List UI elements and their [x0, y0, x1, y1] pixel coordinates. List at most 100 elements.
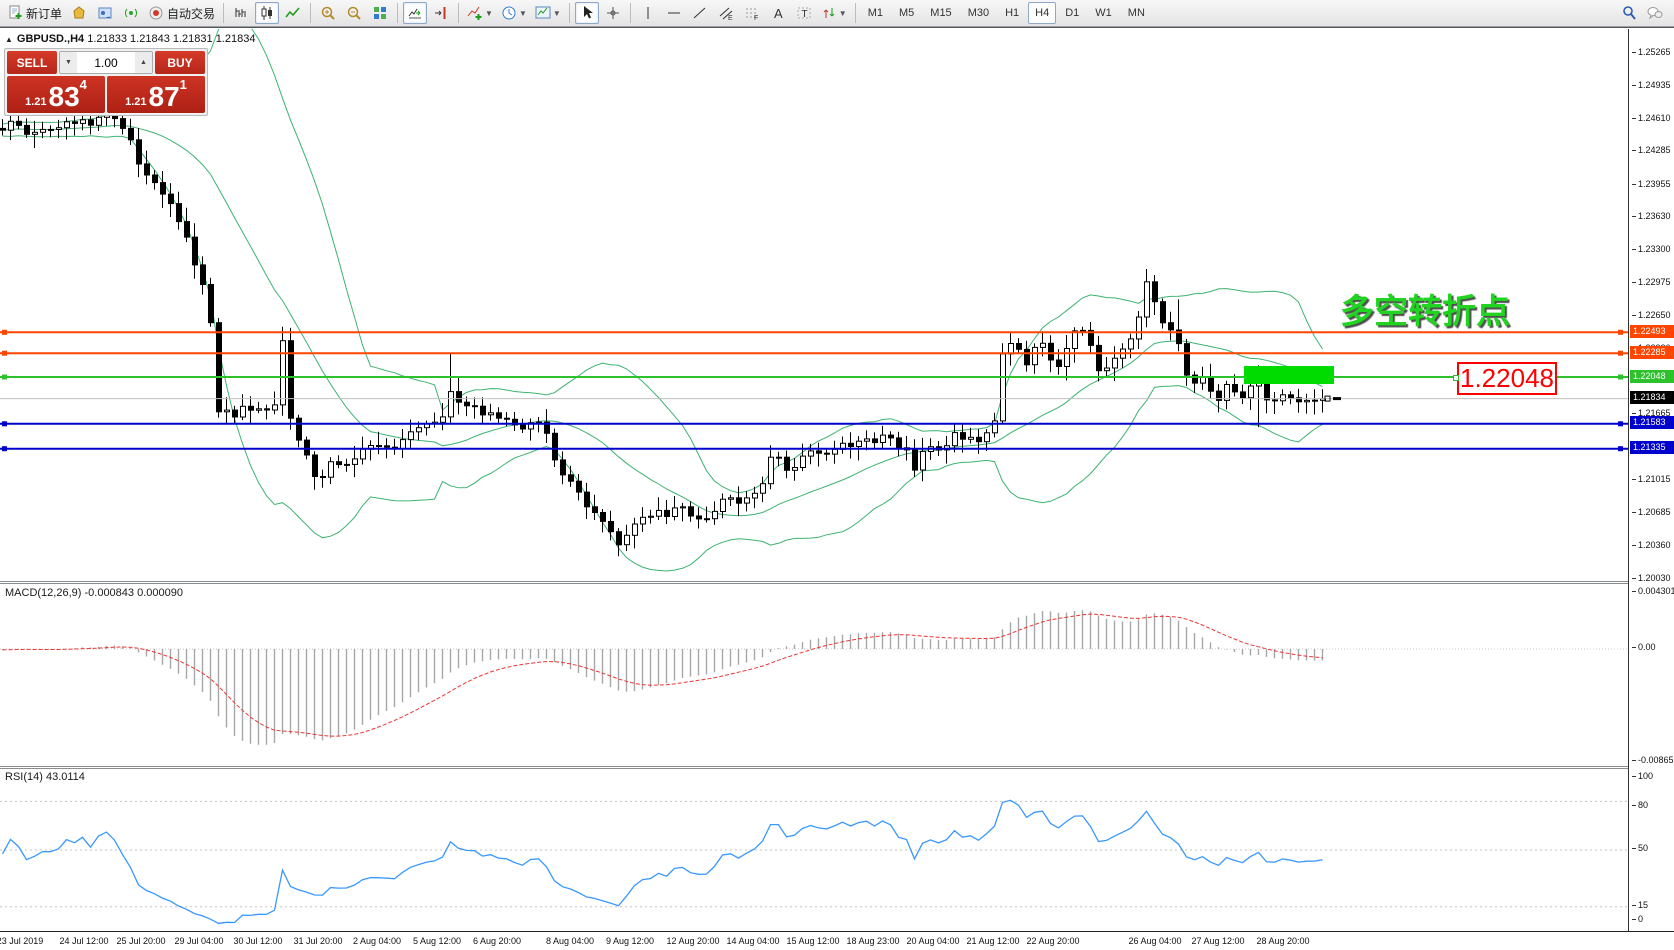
market-button[interactable] — [67, 2, 91, 24]
candlestick-chart-button[interactable] — [255, 2, 279, 24]
time-label: 14 Aug 04:00 — [726, 936, 779, 946]
timeframe-m30-button[interactable]: M30 — [961, 2, 996, 24]
time-label: 15 Aug 12:00 — [786, 936, 839, 946]
one-click-collapse-icon[interactable]: ▲ — [5, 35, 13, 44]
time-label: 2 Aug 04:00 — [353, 936, 401, 946]
channel-button[interactable]: E — [714, 2, 738, 24]
timeframe-h4-button[interactable]: H4 — [1028, 2, 1056, 24]
turning-point-annotation[interactable]: 多空转折点 — [1340, 284, 1510, 333]
time-axis[interactable]: 23 Jul 201924 Jul 12:0025 Jul 20:0029 Ju… — [0, 931, 1674, 950]
rsi-tick: 80 — [1632, 800, 1648, 810]
volume-down-button[interactable]: ▼ — [60, 52, 77, 73]
sell-price-pips: 83 — [49, 83, 80, 111]
time-label: 12 Aug 20:00 — [666, 936, 719, 946]
labelT-icon: T — [796, 5, 812, 21]
mt4-application: 新订单自动交易▼▼▼EFAT▼M1M5M15M30H1H4D1W1MN ▲GBP… — [0, 0, 1674, 950]
time-label: 27 Aug 12:00 — [1191, 936, 1244, 946]
tile-windows-button[interactable] — [368, 2, 392, 24]
profile-button[interactable] — [93, 2, 117, 24]
chart-title: ▲GBPUSD.,H4 1.21833 1.21843 1.21831 1.21… — [5, 33, 255, 45]
signals-button[interactable] — [119, 2, 143, 24]
autotrading-button[interactable]: 自动交易 — [145, 2, 218, 24]
new-order-button[interactable]: 新订单 — [4, 2, 65, 24]
rsi-value: 43.0114 — [46, 771, 85, 783]
timeframe-w1-button[interactable]: W1 — [1088, 2, 1119, 24]
autoscroll-icon — [407, 5, 423, 21]
buy-button[interactable]: BUY — [155, 51, 205, 74]
svg-text:A: A — [774, 6, 783, 21]
timeframe-m5-button[interactable]: M5 — [892, 2, 921, 24]
sell-button[interactable]: SELL — [7, 51, 57, 74]
price-tick: 1.25265 — [1632, 47, 1671, 57]
last-price-dash — [1333, 397, 1341, 400]
rsi-title: RSI(14) — [5, 771, 43, 783]
timeframe-m15-button[interactable]: M15 — [923, 2, 958, 24]
timeframe-h1-button[interactable]: H1 — [998, 2, 1026, 24]
profile-icon — [97, 5, 113, 21]
search-button[interactable] — [1617, 2, 1641, 24]
bar-chart-button[interactable] — [229, 2, 253, 24]
fibonacci-button[interactable]: F — [740, 2, 764, 24]
toolbar-separator — [458, 3, 459, 23]
rsi-tick: 100 — [1632, 771, 1653, 781]
time-label: 26 Aug 04:00 — [1128, 936, 1181, 946]
time-label: 5 Aug 12:00 — [413, 936, 461, 946]
macd-title: MACD(12,26,9) — [5, 587, 81, 599]
sell-price-button[interactable]: 1.21834 — [7, 76, 105, 113]
timeframe-d1-button[interactable]: D1 — [1058, 2, 1086, 24]
main-chart-area[interactable]: ▲GBPUSD.,H4 1.21833 1.21843 1.21831 1.21… — [0, 29, 1628, 581]
toolbar-separator — [855, 3, 856, 23]
periods-button[interactable]: ▼ — [498, 2, 530, 24]
periods-icon — [501, 5, 517, 21]
cursor-button[interactable] — [575, 2, 599, 24]
horizontal-line-button[interactable] — [662, 2, 686, 24]
macd-panel[interactable]: MACD(12,26,9) -0.000843 0.000090 — [0, 584, 1628, 766]
chat-button[interactable] — [1643, 2, 1667, 24]
rsi-panel[interactable]: RSI(14) 43.0114 — [0, 769, 1628, 931]
toolbar-separator — [223, 3, 224, 23]
line-chart-button[interactable] — [281, 2, 305, 24]
svg-text:E: E — [728, 15, 733, 21]
timeframe-m1-button[interactable]: M1 — [861, 2, 890, 24]
chart-shift-button[interactable] — [429, 2, 453, 24]
zoom-out-button[interactable] — [342, 2, 366, 24]
buy-price-button[interactable]: 1.21871 — [107, 76, 205, 113]
candle-wicks — [3, 102, 1323, 556]
text-label-button[interactable]: T — [792, 2, 816, 24]
auto-scroll-button[interactable] — [403, 2, 427, 24]
volume-up-button[interactable]: ▲ — [135, 52, 152, 73]
highlight-rectangle[interactable] — [1244, 366, 1334, 384]
time-label: 30 Jul 12:00 — [233, 936, 282, 946]
cursor-icon — [579, 5, 595, 21]
time-label: 18 Aug 23:00 — [846, 936, 899, 946]
chart-window: ▲GBPUSD.,H4 1.21833 1.21843 1.21831 1.21… — [0, 27, 1674, 950]
rsi-line — [3, 800, 1323, 923]
svg-text:F: F — [754, 15, 758, 21]
channel-icon: E — [718, 5, 734, 21]
timeframe-mn-button[interactable]: MN — [1121, 2, 1152, 24]
new-order-icon — [7, 5, 23, 21]
buy-price-point: 1 — [180, 77, 187, 92]
trend-icon — [692, 5, 708, 21]
volume-input[interactable] — [77, 52, 135, 73]
indicators-button[interactable]: ▼ — [464, 2, 496, 24]
annotation-anchor-handle[interactable] — [1453, 375, 1459, 381]
arrows-button[interactable]: ▼ — [818, 2, 850, 24]
crosshair-button[interactable] — [601, 2, 625, 24]
text-button[interactable]: A — [766, 2, 790, 24]
zoom-in-button[interactable] — [316, 2, 340, 24]
bollinger-middle-band — [3, 126, 1323, 516]
price-badge: 1.22048 — [1630, 370, 1674, 383]
textA-icon: A — [770, 5, 786, 21]
toolbar-separator — [630, 3, 631, 23]
price-tick: 1.24285 — [1632, 145, 1671, 155]
price-axis[interactable]: 1.252651.249351.246101.242851.239551.236… — [1630, 0, 1674, 923]
time-label: 6 Aug 20:00 — [473, 936, 521, 946]
macd-signal-line — [3, 614, 1323, 736]
price-annotation-box[interactable]: 1.22048 — [1457, 362, 1557, 395]
trendline-button[interactable] — [688, 2, 712, 24]
price-tick: 1.22975 — [1632, 277, 1671, 287]
bars-icon — [233, 5, 249, 21]
templates-button[interactable]: ▼ — [532, 2, 564, 24]
vertical-line-button[interactable] — [636, 2, 660, 24]
